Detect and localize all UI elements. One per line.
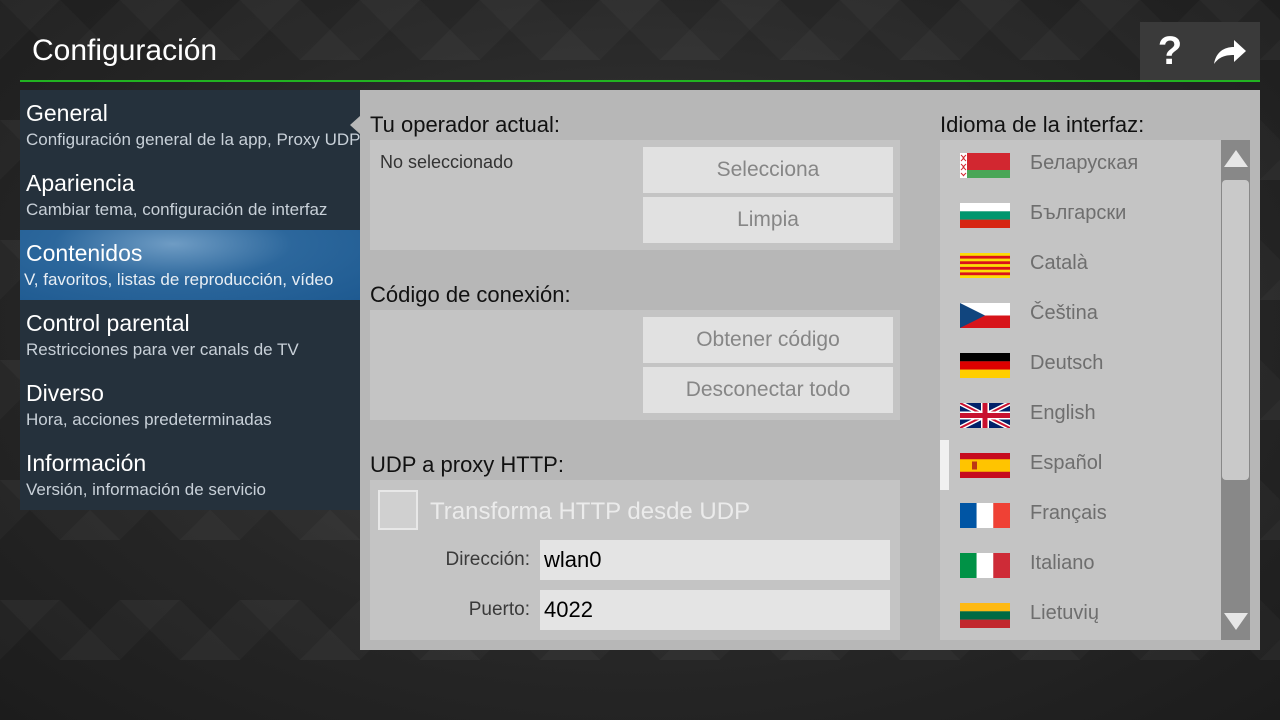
language-name: Italiano — [1030, 552, 1095, 574]
sidebar-item-subtitle: Configuración general de la app, Proxy U… — [26, 130, 360, 149]
sidebar-item-title: Apariencia — [26, 170, 135, 196]
sidebar-item-subtitle: Versión, información de servicio — [26, 480, 267, 499]
sidebar-item-title: General — [26, 100, 108, 126]
language-name: Español — [1030, 452, 1103, 474]
language-name: Français — [1030, 502, 1107, 524]
sidebar-item-subtitle: Cambiar tema, configuración de interfaz — [26, 200, 328, 219]
language-item-selected[interactable]: Español — [940, 440, 1250, 490]
sidebar-item-title: Información — [26, 450, 147, 476]
sidebar-item-subtitle: Restricciones para ver canals de TV — [26, 340, 299, 359]
connection-box: Obtener código Desconectar todo — [370, 310, 900, 420]
help-button[interactable]: ? — [1140, 22, 1200, 80]
language-item[interactable]: Italiano — [940, 540, 1250, 590]
scrollbar-thumb[interactable] — [1222, 180, 1249, 480]
language-item[interactable]: Lietuvių — [940, 590, 1250, 640]
language-item[interactable]: Български — [940, 190, 1250, 240]
language-item[interactable]: Беларуская — [940, 140, 1250, 190]
language-name: Беларуская — [1030, 152, 1139, 174]
uk-flag-icon — [960, 403, 1010, 428]
disconnect-all-button[interactable]: Desconectar todo — [643, 367, 893, 413]
language-name: Lietuvių — [1030, 602, 1099, 624]
sidebar-item-title: Contenidos — [26, 240, 143, 266]
language-item[interactable]: Français — [940, 490, 1250, 540]
address-field[interactable]: wlan0 — [540, 540, 890, 580]
sidebar-item-title: Diverso — [26, 380, 104, 406]
language-item[interactable]: English — [940, 390, 1250, 440]
connection-section-label: Código de conexión: — [370, 282, 571, 307]
lithuania-flag-icon — [960, 603, 1010, 628]
sidebar-item-informacion[interactable]: Información Versión, información de serv… — [20, 440, 360, 510]
share-arrow-icon — [1214, 40, 1246, 64]
port-label: Puerto: — [468, 599, 530, 620]
udp-transform-checkbox[interactable] — [378, 490, 418, 530]
sidebar-item-contenidos[interactable]: Contenidos V, favoritos, listas de repro… — [20, 230, 360, 300]
operator-section-label: Tu operador actual: — [370, 112, 560, 137]
udp-proxy-section-label: UDP a proxy HTTP: — [370, 452, 564, 477]
settings-panel: Tu operador actual: No seleccionado Sele… — [360, 90, 1260, 650]
language-item[interactable]: Català — [940, 240, 1250, 290]
language-section-label: Idioma de la interfaz: — [940, 112, 1145, 137]
sidebar-item-diverso[interactable]: Diverso Hora, acciones predeterminadas — [20, 370, 360, 440]
help-icon: ? — [1157, 28, 1183, 73]
udp-proxy-box: Transforma HTTP desde UDP Dirección: wla… — [370, 480, 900, 640]
clear-operator-button[interactable]: Limpia — [643, 197, 893, 243]
language-name: Čeština — [1030, 302, 1098, 324]
sidebar-item-control-parental[interactable]: Control parental Restricciones para ver … — [20, 300, 360, 370]
france-flag-icon — [960, 503, 1010, 528]
select-operator-button[interactable]: Selecciona — [643, 147, 893, 193]
sidebar-item-title: Control parental — [26, 310, 190, 336]
sidebar-item-general[interactable]: General Configuración general de la app,… — [20, 90, 360, 160]
selected-marker — [940, 440, 949, 490]
language-name: Deutsch — [1030, 352, 1104, 374]
page-title: Configuración — [32, 34, 218, 67]
italy-flag-icon — [960, 553, 1010, 578]
address-label: Dirección: — [445, 549, 530, 570]
catalonia-flag-icon — [960, 253, 1010, 278]
bulgaria-flag-icon — [960, 203, 1010, 228]
czech-flag-icon — [960, 303, 1010, 328]
language-name: English — [1030, 402, 1096, 424]
sidebar-item-apariencia[interactable]: Apariencia Cambiar tema, configuración d… — [20, 160, 360, 230]
language-list: Беларуская Български Català Čeština Deut… — [940, 140, 1250, 640]
sidebar-item-subtitle: V, favoritos, listas de reproducción, ví… — [24, 270, 334, 289]
operator-box: No seleccionado Selecciona Limpia — [370, 140, 900, 250]
belarus-flag-icon — [960, 153, 1010, 178]
port-field[interactable]: 4022 — [540, 590, 890, 630]
header: Configuración ? — [20, 20, 1260, 82]
settings-sidebar: General Configuración general de la app,… — [20, 90, 360, 510]
language-item[interactable]: Čeština — [940, 290, 1250, 340]
scroll-down-arrow-icon[interactable] — [1221, 604, 1250, 640]
language-scrollbar[interactable] — [1221, 140, 1250, 640]
get-code-button[interactable]: Obtener código — [643, 317, 893, 363]
spain-flag-icon — [960, 453, 1010, 478]
share-button[interactable] — [1200, 22, 1260, 80]
germany-flag-icon — [960, 353, 1010, 378]
language-item[interactable]: Deutsch — [940, 340, 1250, 390]
udp-transform-label: Transforma HTTP desde UDP — [430, 498, 751, 525]
sidebar-item-subtitle: Hora, acciones predeterminadas — [26, 410, 272, 429]
selection-pointer — [350, 116, 360, 134]
language-name: Català — [1030, 252, 1088, 274]
scroll-up-arrow-icon[interactable] — [1221, 140, 1250, 176]
language-name: Български — [1030, 202, 1127, 224]
operator-status: No seleccionado — [380, 152, 514, 172]
